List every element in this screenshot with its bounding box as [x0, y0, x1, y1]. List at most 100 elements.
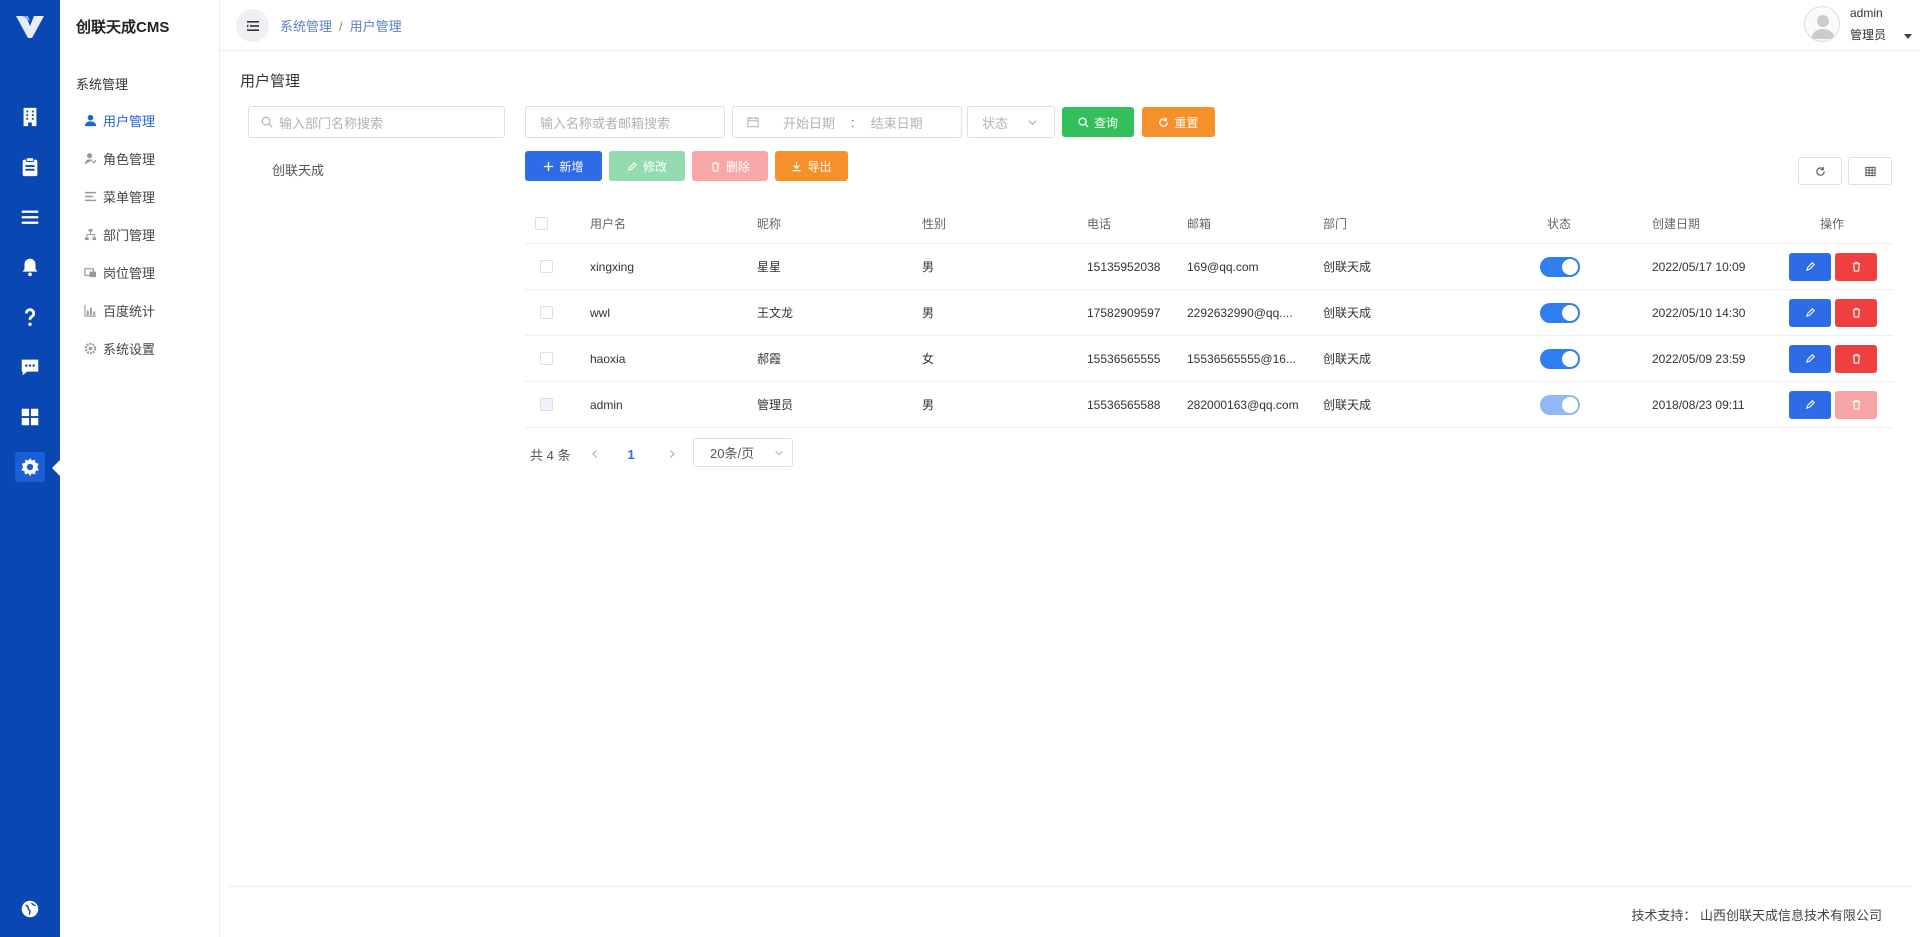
edit-icon: [627, 161, 637, 171]
cell-dept: 创联天成: [1323, 352, 1372, 366]
query-button[interactable]: 查询: [1062, 107, 1134, 137]
user-role: 管理员: [1850, 28, 1887, 42]
cell-nickname: 星星: [757, 260, 782, 274]
refresh-table-button[interactable]: [1798, 157, 1842, 185]
chevron-left-icon[interactable]: [590, 449, 600, 459]
trash-icon: [1852, 261, 1860, 272]
table-row: wwl 王文龙 男 17582909597 2292632990@qq.... …: [525, 290, 1893, 336]
row-edit-button[interactable]: [1789, 344, 1831, 373]
status-toggle[interactable]: [1540, 244, 1580, 289]
footer: 技术支持： 山西创联天成信息技术有限公司: [228, 886, 1912, 937]
row-edit-button[interactable]: [1789, 390, 1831, 419]
row-checkbox[interactable]: [540, 336, 553, 381]
keyword-search-input[interactable]: 输入名称或者邮箱搜索: [525, 106, 725, 138]
keyword-search-placeholder: 输入名称或者邮箱搜索: [540, 115, 671, 131]
row-checkbox[interactable]: [540, 290, 553, 335]
cell-dept: 创联天成: [1323, 306, 1372, 320]
sidebar-item-users[interactable]: 用户管理: [84, 109, 155, 131]
gear-icon[interactable]: [15, 452, 45, 482]
sidebar-item-label: 部门管理: [103, 227, 156, 243]
table-row: haoxia 郝霞 女 15536565555 15536565555@16..…: [525, 336, 1893, 382]
sidebar-item-label: 岗位管理: [103, 265, 156, 281]
trash-icon: [711, 161, 720, 172]
date-end-placeholder: 结束日期: [870, 115, 923, 131]
columns-toggle-button[interactable]: [1848, 157, 1892, 185]
icon-rail: [0, 0, 61, 937]
logo-icon[interactable]: [14, 12, 46, 42]
bell-icon[interactable]: [15, 252, 45, 282]
query-button-label: 查询: [1093, 115, 1118, 130]
row-edit-button[interactable]: [1789, 252, 1831, 281]
cell-gender: 男: [922, 306, 935, 320]
status-select[interactable]: 状态: [967, 106, 1055, 138]
list-icon[interactable]: [15, 202, 45, 232]
sidebar-toggle-button[interactable]: [236, 9, 269, 42]
col-phone: 电话: [1087, 217, 1112, 231]
row-edit-button[interactable]: [1789, 298, 1831, 327]
grid-icon[interactable]: [15, 402, 45, 432]
breadcrumb-separator: /: [339, 19, 343, 34]
col-email: 邮箱: [1187, 217, 1212, 231]
page-size-select[interactable]: 20条/页: [693, 438, 793, 467]
row-delete-button[interactable]: [1835, 252, 1877, 281]
chevron-down-icon: [1028, 120, 1037, 126]
globe-icon[interactable]: [15, 894, 45, 924]
pagination-page-current[interactable]: 1: [627, 447, 634, 462]
cell-dept: 创联天成: [1323, 260, 1372, 274]
row-delete-button[interactable]: [1835, 298, 1877, 327]
status-toggle[interactable]: [1540, 290, 1580, 335]
reset-button[interactable]: 重置: [1142, 107, 1215, 137]
reset-button-label: 重置: [1174, 115, 1199, 130]
delete-button-label: 删除: [725, 159, 750, 174]
sidebar-item-roles[interactable]: 角色管理: [84, 147, 155, 169]
row-delete-button-disabled: [1835, 390, 1877, 419]
cell-username: xingxing: [590, 259, 635, 274]
menu-icon: [84, 191, 97, 201]
trash-icon: [1852, 353, 1860, 364]
edit-icon: [1805, 308, 1815, 318]
sidebar-item-departments[interactable]: 部门管理: [84, 223, 155, 245]
col-created: 创建日期: [1652, 217, 1701, 231]
dept-search-placeholder: 输入部门名称搜索: [279, 115, 384, 131]
breadcrumb-item[interactable]: 系统管理: [280, 19, 332, 34]
row-checkbox-disabled: [540, 382, 553, 427]
col-gender: 性别: [922, 217, 947, 231]
sidebar-item-label: 百度统计: [103, 303, 156, 319]
sidebar-item-label: 菜单管理: [103, 189, 156, 205]
sidebar-item-menus[interactable]: 菜单管理: [84, 185, 155, 207]
export-button[interactable]: 导出: [775, 151, 848, 181]
avatar[interactable]: [1804, 6, 1840, 42]
date-start-placeholder: 开始日期: [783, 115, 836, 131]
sidebar-item-posts[interactable]: 岗位管理: [84, 261, 155, 283]
cell-phone: 15536565555: [1087, 351, 1161, 366]
download-icon: [792, 161, 802, 171]
trash-icon: [1852, 307, 1860, 318]
edit-button[interactable]: 修改: [609, 151, 685, 181]
caret-down-icon[interactable]: [1904, 34, 1912, 39]
clipboard-icon[interactable]: [15, 152, 45, 182]
status-toggle[interactable]: [1540, 336, 1580, 381]
dept-search-input[interactable]: 输入部门名称搜索: [248, 106, 505, 138]
cell-created: 2022/05/10 14:30: [1652, 305, 1746, 320]
date-range-picker[interactable]: 开始日期 : 结束日期: [732, 106, 962, 138]
user-menu[interactable]: admin 管理员: [1804, 4, 1914, 48]
delete-button[interactable]: 删除: [692, 151, 768, 181]
select-all-checkbox[interactable]: [535, 204, 548, 243]
dept-tree-node[interactable]: 创联天成: [272, 160, 324, 179]
sidebar-item-baidu-stats[interactable]: 百度统计: [84, 299, 155, 321]
chat-icon[interactable]: [15, 352, 45, 382]
sub-sidebar: 创联天成CMS 系统管理 用户管理 角色管理 菜单管理 部门管理 岗位管理 百度…: [60, 0, 220, 937]
building-icon[interactable]: [15, 102, 45, 132]
sidebar-item-settings[interactable]: 系统设置: [84, 337, 155, 359]
row-checkbox[interactable]: [540, 244, 553, 289]
trash-icon: [1852, 399, 1860, 410]
chevron-down-icon: [775, 450, 783, 456]
role-icon: [84, 152, 97, 164]
table-row: xingxing 星星 男 15135952038 169@qq.com 创联天…: [525, 244, 1893, 290]
chevron-right-icon[interactable]: [667, 449, 677, 459]
edit-icon: [1805, 400, 1815, 410]
help-icon[interactable]: [15, 302, 45, 332]
avatar-icon: [1811, 15, 1835, 39]
add-button[interactable]: 新增: [525, 151, 602, 181]
row-delete-button[interactable]: [1835, 344, 1877, 373]
